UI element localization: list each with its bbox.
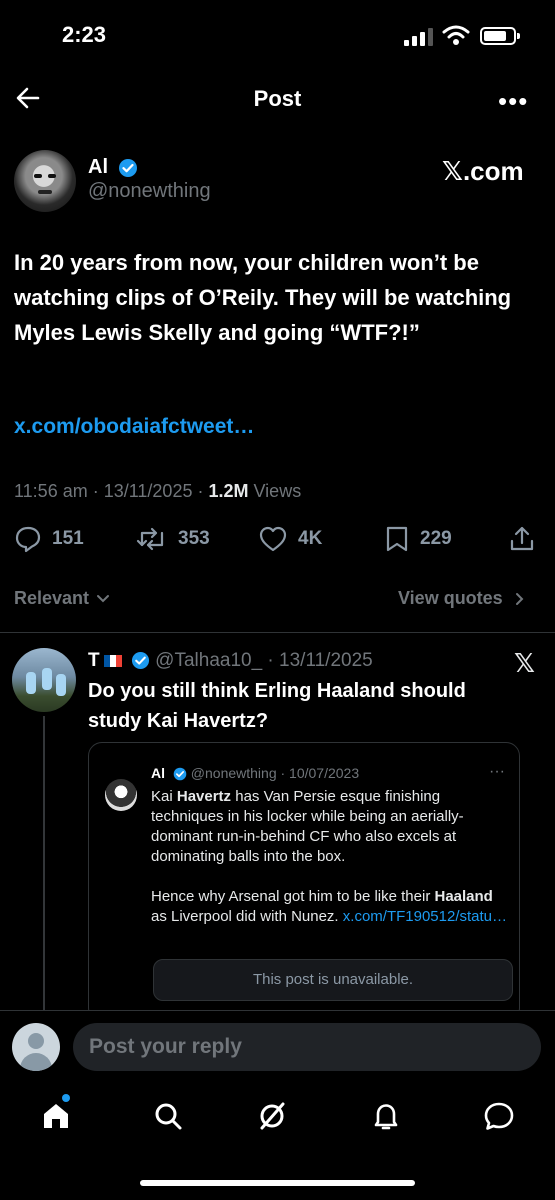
bottom-tab-bar bbox=[0, 1090, 555, 1150]
author-handle[interactable]: @nonewthing bbox=[88, 180, 211, 203]
quoted-post-text: Kai Havertz has Van Persie esque finishi… bbox=[151, 787, 511, 927]
quoted-author-name: Al bbox=[151, 765, 165, 781]
repost-button[interactable]: 353 bbox=[136, 525, 210, 553]
reply-date: · 13/11/2025 bbox=[262, 650, 373, 671]
quoted-author-handle: @nonewthing bbox=[190, 765, 277, 781]
france-flag-icon bbox=[103, 654, 122, 667]
quoted-paragraph-1: Kai Havertz has Van Persie esque finishi… bbox=[151, 787, 511, 867]
view-quotes-label: View quotes bbox=[398, 588, 503, 608]
reply-author-name[interactable]: T bbox=[88, 650, 100, 671]
x-logo-icon: 𝕏 bbox=[514, 648, 535, 678]
search-icon[interactable] bbox=[152, 1100, 184, 1132]
author-name-text: Al bbox=[88, 156, 108, 178]
highlight-span: Haaland bbox=[434, 888, 493, 905]
chevron-right-icon bbox=[515, 593, 524, 606]
heart-icon bbox=[259, 526, 287, 552]
grok-icon[interactable] bbox=[256, 1100, 288, 1132]
reply-text: Do you still think Erling Haaland should… bbox=[88, 680, 466, 732]
share-button[interactable] bbox=[508, 525, 536, 553]
verified-badge-icon bbox=[173, 767, 187, 781]
author-avatar[interactable] bbox=[14, 150, 76, 212]
post-views-label: Views bbox=[248, 481, 302, 501]
bookmark-icon bbox=[386, 526, 408, 552]
repost-count: 353 bbox=[178, 528, 210, 549]
messages-icon[interactable] bbox=[482, 1100, 516, 1132]
text-span: as Liverpool did with Nunez. bbox=[151, 908, 343, 925]
verified-badge-icon bbox=[131, 652, 149, 670]
text-span: Kai bbox=[151, 788, 177, 805]
view-quotes-link[interactable]: View quotes bbox=[398, 588, 526, 609]
wifi-icon bbox=[442, 25, 470, 45]
more-options-icon[interactable]: ••• bbox=[498, 86, 528, 117]
reply-input[interactable] bbox=[73, 1023, 541, 1071]
reply-header: T @Talhaa10_ · 13/11/2025 bbox=[88, 650, 373, 672]
reply-button[interactable]: 151 bbox=[14, 525, 84, 553]
quoted-post-date: · 10/07/2023 bbox=[276, 765, 360, 781]
reply-author-avatar[interactable] bbox=[12, 648, 76, 712]
quoted-paragraph-2: Hence why Arsenal got him to be like the… bbox=[151, 887, 511, 927]
bookmark-count: 229 bbox=[420, 528, 452, 549]
repost-icon bbox=[136, 527, 164, 551]
home-indicator bbox=[140, 1180, 415, 1186]
post-actions: 151 353 4K 229 bbox=[0, 525, 555, 555]
post-unavailable-notice: This post is unavailable. bbox=[153, 959, 513, 1001]
thread-line bbox=[43, 716, 45, 1012]
post-meta: 11:56 am · 13/11/2025 · 1.2M Views bbox=[14, 481, 301, 502]
post-views-count: 1.2M bbox=[208, 481, 249, 501]
status-time: 2:23 bbox=[62, 22, 107, 47]
bookmark-button[interactable]: 229 bbox=[384, 525, 452, 553]
sort-replies-dropdown[interactable]: Relevant bbox=[14, 588, 110, 609]
chevron-down-icon bbox=[97, 595, 110, 603]
post-text: In 20 years from now, your children won’… bbox=[14, 250, 512, 345]
quoted-author-avatar bbox=[105, 779, 137, 811]
post-timestamp: 11:56 am · 13/11/2025 · bbox=[14, 481, 209, 501]
user-avatar[interactable] bbox=[12, 1023, 60, 1071]
sort-label: Relevant bbox=[14, 588, 90, 608]
like-button[interactable]: 4K bbox=[258, 525, 322, 553]
home-icon[interactable] bbox=[40, 1100, 72, 1132]
highlight-span: Havertz bbox=[176, 788, 232, 805]
like-count: 4K bbox=[298, 528, 323, 549]
cellular-signal-icon bbox=[404, 28, 433, 46]
source-badge: 𝕏.com bbox=[442, 156, 524, 186]
quoted-post-header: Al @nonewthing · 10/07/2023 bbox=[151, 765, 359, 781]
verified-badge-icon bbox=[118, 158, 137, 177]
text-span: Hence why Arsenal got him to be like the… bbox=[151, 888, 435, 905]
battery-icon bbox=[480, 27, 520, 45]
reply-icon bbox=[15, 526, 41, 553]
reply-author-handle[interactable]: @Talhaa10_ bbox=[155, 650, 262, 671]
home-unread-dot bbox=[62, 1094, 70, 1102]
divider bbox=[0, 632, 555, 633]
post-link[interactable]: x.com/obodaiafctweet… bbox=[14, 415, 254, 439]
author-name[interactable]: Al bbox=[88, 156, 138, 179]
quoted-post-card[interactable]: Al @nonewthing · 10/07/2023 ··· Kai Have… bbox=[88, 742, 520, 1022]
quoted-link[interactable]: x.com/TF190512/statu… bbox=[343, 908, 507, 925]
quoted-more-icon: ··· bbox=[489, 763, 505, 780]
notifications-icon[interactable] bbox=[370, 1100, 402, 1132]
reply-count: 151 bbox=[52, 528, 84, 549]
share-icon bbox=[510, 526, 534, 551]
page-title: Post bbox=[253, 86, 302, 111]
